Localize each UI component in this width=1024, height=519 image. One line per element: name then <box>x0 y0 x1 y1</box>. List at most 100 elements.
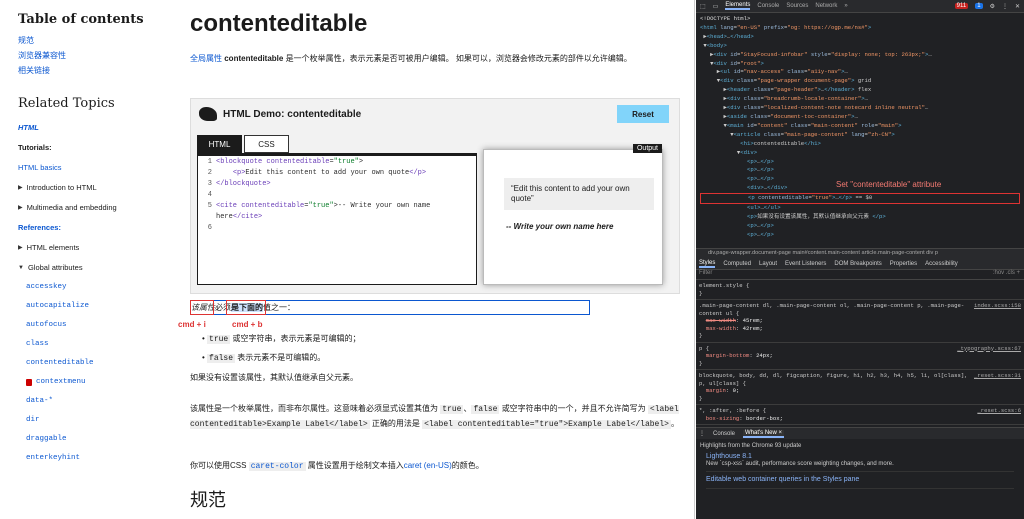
highlights-text: Highlights from the Chrome 93 update <box>700 443 802 449</box>
inline-code: false <box>207 354 236 363</box>
kebab-menu-icon[interactable]: ⋮ <box>1002 3 1008 10</box>
output-cite[interactable]: -- Write your own name here <box>506 222 654 232</box>
sidebar-sub-autofocus[interactable]: autofocus <box>26 321 180 329</box>
info-badge[interactable]: 1 <box>975 3 983 9</box>
sidebar-sub-dir[interactable]: dir <box>26 416 180 424</box>
inline-code: <label contenteditable="true">Example La… <box>422 420 671 429</box>
sidebar-sub-label: contenteditable <box>26 359 94 367</box>
inline-code: true <box>440 405 464 414</box>
code-line: <blockquote contenteditable="true"> <box>216 158 364 166</box>
tab-accessibility[interactable]: Accessibility <box>925 261 958 267</box>
sidebar-item-multimedia[interactable]: ▶ Multimedia and embedding <box>18 203 180 212</box>
line-number: 3 <box>207 180 212 188</box>
devtools-annotation: Set "contenteditable" attribute <box>836 180 942 189</box>
sidebar-sub-contextmenu[interactable]: contextmenu <box>26 378 180 386</box>
bold-highlight-box <box>226 300 266 315</box>
tab-elements[interactable]: Elements <box>725 2 751 10</box>
output-quote[interactable]: “Edit this content to add your own quote… <box>504 178 654 210</box>
inherit-paragraph: 如果没有设置该属性，其默认值继承自父元素。 <box>190 373 358 382</box>
line-number: 5 <box>207 202 212 210</box>
intro-bold: contenteditable <box>224 54 284 63</box>
filter-controls[interactable]: :hov .cls + <box>993 270 1020 279</box>
error-badge[interactable]: 911 <box>954 3 969 9</box>
tab-console[interactable]: Console <box>757 3 779 9</box>
dom-tree[interactable]: <!DOCTYPE html> <html lang="en-US" prefi… <box>696 13 1024 248</box>
code-line: <cite contenteditable="true">-- Write yo… <box>216 202 431 210</box>
sidebar-sub-label: accesskey <box>26 283 67 291</box>
tab-dom-breakpoints[interactable]: DOM Breakpoints <box>834 261 881 267</box>
sidebar-sub-class[interactable]: class <box>26 340 180 348</box>
style-rule[interactable]: element.style {} <box>696 280 1024 300</box>
error-count: 911 <box>954 3 969 9</box>
inline-code: false <box>471 405 500 414</box>
tab-whats-new[interactable]: What's New × <box>743 429 785 438</box>
tab-drawer-console[interactable]: Console <box>713 431 735 437</box>
interactive-demo: HTML Demo: contenteditable Reset HTML CS… <box>190 98 680 294</box>
sidebar-sub-contenteditable[interactable]: contenteditable <box>26 359 180 367</box>
page-content: Table of contents 规范 浏览器兼容性 相关链接 Related… <box>0 0 695 519</box>
para-text: 正确的用法是 <box>371 419 420 428</box>
sidebar-sub-autocapitalize[interactable]: autocapitalize <box>26 302 180 310</box>
toc-link-spec[interactable]: 规范 <box>18 35 180 46</box>
output-label: Output <box>632 144 662 153</box>
trash-icon <box>26 378 32 386</box>
annotation-cmd-b: cmd + b <box>232 320 263 329</box>
close-icon[interactable]: ✕ <box>1015 3 1024 10</box>
styles-filter[interactable]: Filter :hov .cls + <box>696 270 1024 280</box>
tab-network[interactable]: Network <box>815 3 837 9</box>
sidebar-item-html[interactable]: HTML <box>18 123 180 132</box>
sidebar-item-html-basics[interactable]: HTML basics <box>18 163 180 172</box>
caret-link[interactable]: caret (en-US) <box>404 461 452 470</box>
sidebar-sub-enterkeyhint[interactable]: enterkeyhint <box>26 454 180 462</box>
more-tabs-button[interactable]: » <box>844 3 847 9</box>
style-rule[interactable]: _reset.scss:6 *, :after, :before { box-si… <box>696 405 1024 425</box>
toc-link-related[interactable]: 相关链接 <box>18 65 180 76</box>
selected-dom-node[interactable]: <p contenteditable="true">…</p> == $0 <box>700 193 1020 205</box>
tab-layout[interactable]: Layout <box>759 261 777 267</box>
filter-input[interactable]: Filter <box>699 270 712 279</box>
card-title[interactable]: Lighthouse 8.1 <box>706 453 1014 460</box>
global-attributes-link[interactable]: 全局属性 <box>190 54 222 63</box>
style-rule[interactable]: _reset.scss:31 blockquote, body, dd, dl, … <box>696 370 1024 405</box>
dom-breadcrumb[interactable]: div.page-wrapper.document-page main#cont… <box>696 248 1024 258</box>
inspect-icon[interactable]: ⬚ <box>700 3 706 10</box>
tab-properties[interactable]: Properties <box>890 261 917 267</box>
sidebar-sub-draggable[interactable]: draggable <box>26 435 180 443</box>
reset-button[interactable]: Reset <box>617 105 669 123</box>
toc-link-compat[interactable]: 浏览器兼容性 <box>18 50 180 61</box>
news-card[interactable]: Lighthouse 8.1 New `csp-xss` audit, perf… <box>706 453 1014 472</box>
kebab-menu-icon[interactable]: ⋮ <box>699 430 705 437</box>
sidebar-sub-data[interactable]: data-* <box>26 397 180 405</box>
sidebar-item-label: Tutorials: <box>18 143 52 152</box>
sidebar-heading-tutorials: Tutorials: <box>18 143 180 152</box>
device-toggle-icon[interactable]: ▭ <box>713 3 719 10</box>
news-card[interactable]: Editable web container queries in the St… <box>706 476 1014 489</box>
style-rule[interactable]: index.scss:158 .main-page-content dl, .ma… <box>696 300 1024 343</box>
tab-computed[interactable]: Computed <box>723 261 751 267</box>
tab-styles[interactable]: Styles <box>699 260 716 268</box>
sidebar-item-label: HTML basics <box>18 163 62 172</box>
sidebar-item-global-attributes[interactable]: ▼ Global attributes <box>18 263 180 272</box>
card-title[interactable]: Editable web container queries in the St… <box>706 476 1014 483</box>
caret-paragraph: 你可以使用CSS caret-color 属性设置用于绘制文本插入caret (… <box>190 460 685 471</box>
code-line: here</cite> <box>216 213 263 221</box>
code-editor[interactable]: 1 <blockquote contenteditable="true"> 2 <… <box>197 153 477 285</box>
sidebar-item-html-elements[interactable]: ▶ HTML elements <box>18 243 180 252</box>
card-text: New `csp-xss` audit, performance score w… <box>706 461 894 467</box>
para-text: 的颜色。 <box>451 461 484 470</box>
caret-color-link[interactable]: caret-color <box>248 462 306 471</box>
tab-sources[interactable]: Sources <box>786 3 808 9</box>
list-item: • false 表示元素不是可编辑的。 <box>202 353 326 363</box>
sidebar: Table of contents 规范 浏览器兼容性 相关链接 Related… <box>0 0 180 519</box>
tab-css[interactable]: CSS <box>244 135 289 153</box>
sidebar-sub-accesskey[interactable]: accesskey <box>26 283 180 291</box>
line-number: 1 <box>207 158 212 166</box>
sidebar-item-intro-html[interactable]: ▶ Introduction to HTML <box>18 183 180 192</box>
gear-icon[interactable]: ⚙ <box>990 3 995 10</box>
intro-text: 是一个枚举属性，表示元素是否可被用户编辑。 如果可以，浏览器会修改元素的部件以允… <box>285 54 632 63</box>
style-rule[interactable]: _typography.scss:67 p { margin-bottom: 24… <box>696 343 1024 370</box>
tab-html[interactable]: HTML <box>197 135 242 153</box>
sidebar-sub-label: contextmenu <box>36 378 86 386</box>
tab-event-listeners[interactable]: Event Listeners <box>785 261 826 267</box>
triangle-down-icon: ▼ <box>18 264 24 271</box>
